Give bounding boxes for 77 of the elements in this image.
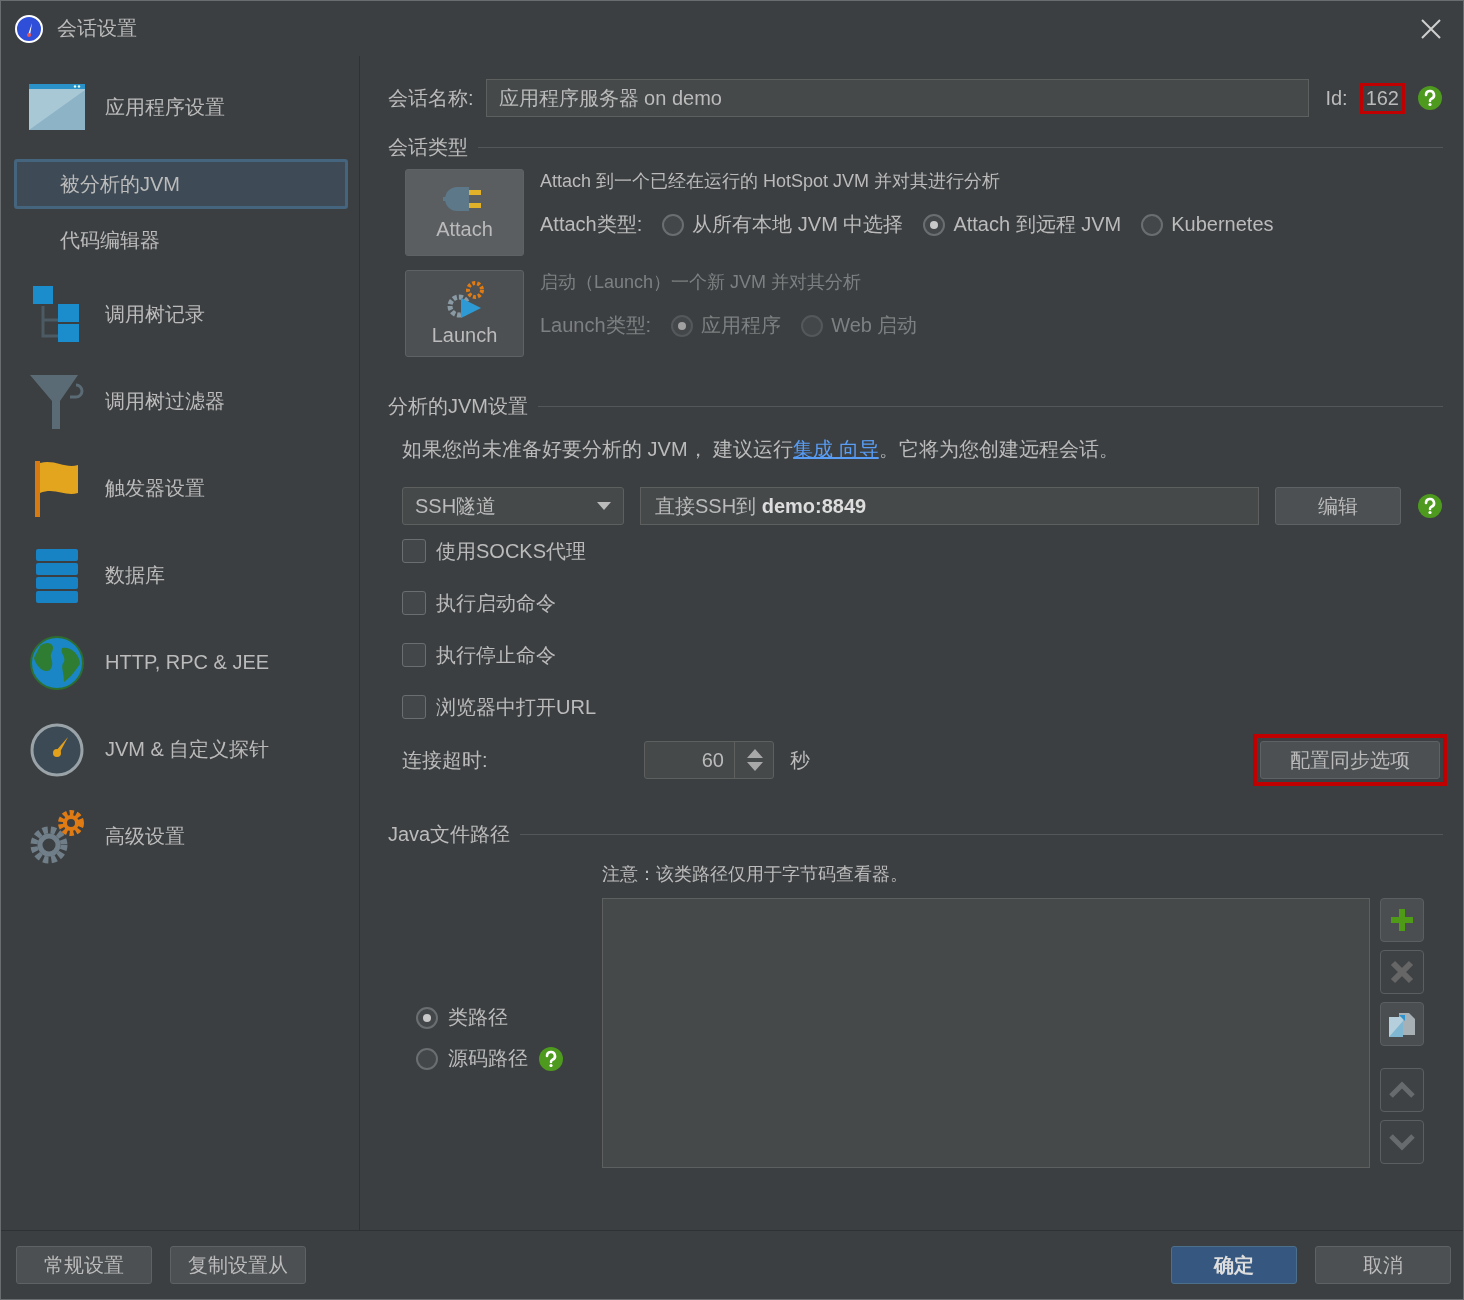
section-title: 分析的JVM设置 [388,394,528,419]
mode-description: Attach 到一个已经在运行的 HotSpot JVM 并对其进行分析 [540,170,1002,193]
help-icon[interactable] [1417,493,1443,519]
app-logo-icon [15,14,43,43]
sidebar-item[interactable]: 代码编辑器 [14,215,348,265]
section-title: Java文件路径 [388,822,511,847]
sidebar-item[interactable]: 应用程序设置 [14,56,359,158]
id-value: 162 [1359,82,1405,114]
type-label: Launch类型: [540,313,652,338]
ssh-target-field[interactable]: 直接SSH到 demo:8849 [640,487,1259,525]
checkbox-label: 执行启动命令 [436,590,556,616]
sidebar-item[interactable]: 调用树过滤器 [14,358,359,445]
footer-button[interactable]: 复制设置从 [170,1246,306,1284]
radio-label: 从所有本地 JVM 中选择 [692,212,904,237]
checkbox[interactable] [402,539,426,563]
radio-button[interactable] [662,213,685,236]
sync-options-button[interactable]: 配置同步选项 [1260,741,1440,779]
radio-button[interactable] [923,213,946,236]
sidebar-item[interactable]: JVM & 自定义探针 [14,706,359,793]
gears-icon [29,808,85,865]
globe-icon [30,635,84,690]
sidebar-item[interactable]: 数据库 [14,532,359,619]
mode-button[interactable]: Attach [405,169,524,256]
radio-label: 类路径 [448,1005,508,1030]
timeout-label: 连接超时: [402,747,489,773]
database-icon [36,548,78,603]
delete-icon [1389,959,1415,985]
section-title: 会话类型 [388,135,468,160]
help-icon[interactable] [538,1045,564,1072]
plus-icon [1389,907,1415,933]
checkbox-label: 执行停止命令 [436,642,556,668]
radio-label: 应用程序 [701,313,782,338]
checkbox[interactable] [402,591,426,615]
radio-label: 源码路径 [448,1046,528,1071]
funnel-icon [30,374,84,429]
sidebar-item[interactable]: HTTP, RPC & JEE [14,619,359,706]
checkbox-label: 使用SOCKS代理 [436,538,587,564]
wizard-link[interactable]: 集成 向导 [793,438,879,460]
radio-button[interactable] [1141,213,1164,236]
note-text: 注意：该类路径仅用于字节码查看器。 [602,863,909,886]
field-label: 会话名称: [388,85,474,111]
sidebar-item[interactable]: 触发器设置 [14,445,359,532]
radio-label: Web 启动 [831,313,918,338]
edit-button[interactable]: 编辑 [1275,487,1401,525]
checkbox-label: 浏览器中打开URL [436,694,596,720]
tool-button[interactable] [1380,1002,1424,1046]
sidebar-item[interactable]: 高级设置 [14,793,359,880]
unit-label: 秒 [790,747,810,773]
timeout-spinner[interactable]: 60 [644,741,774,779]
help-icon[interactable] [1417,85,1443,111]
sidebar-item[interactable]: 调用树记录 [14,271,359,358]
sidebar-item[interactable]: 被分析的JVM [14,159,348,209]
radio-button[interactable] [416,1047,438,1070]
connection-dropdown[interactable]: SSH隧道 [402,487,624,525]
type-label: Attach类型: [540,212,643,237]
id-label: Id: [1325,86,1348,110]
checkbox[interactable] [402,643,426,667]
window-title: 会话设置 [57,16,137,41]
chevron-up-icon [1388,1080,1416,1100]
hint-text: 如果您尚未准备好要分析的 JVM， 建议运行集成 向导。它将为您创建远程会话。 [402,437,1120,462]
footer-button[interactable]: 常规设置 [16,1246,152,1284]
dropdown-arrow-icon [597,502,611,510]
spinner-arrows-icon [747,749,763,771]
close-icon[interactable] [1421,18,1441,39]
tree-icon [33,285,81,344]
cancel-button[interactable]: 取消 [1315,1246,1451,1284]
chevron-down-icon [1388,1132,1416,1152]
checkbox[interactable] [402,695,426,719]
gauge-icon [30,722,84,777]
ok-button[interactable]: 确定 [1171,1246,1297,1284]
radio-label: Kubernetes [1171,213,1274,236]
flag-icon [35,460,79,517]
tool-button[interactable] [1380,898,1424,942]
radio-button[interactable] [416,1006,438,1029]
radio-label: Attach 到远程 JVM [953,212,1122,237]
window-icon [29,84,85,130]
session-name-field[interactable]: 应用程序服务器 on demo [485,79,1310,117]
